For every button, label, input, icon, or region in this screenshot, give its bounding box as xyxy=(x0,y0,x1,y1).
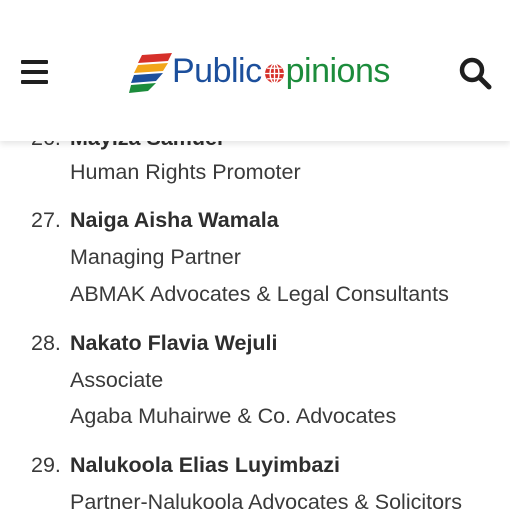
logo-wordmark: Public pinions xyxy=(172,52,390,90)
list-item-name: Naiga Aisha Wamala xyxy=(70,208,279,232)
site-header: Public pinions xyxy=(0,0,510,141)
list-item-number: 27. xyxy=(31,208,61,232)
list-item-detail: Partner-Nalukoola Advocates & Solicitors xyxy=(70,490,462,514)
list-item-detail: Associate xyxy=(70,368,164,392)
list-item-name: Nakato Flavia Wejuli xyxy=(70,331,278,355)
site-logo[interactable]: Public pinions xyxy=(128,47,390,97)
list-item-number: 29. xyxy=(31,453,61,477)
hamburger-menu-icon[interactable] xyxy=(21,60,49,84)
list-item-number: 28. xyxy=(31,331,61,355)
list-item-detail: ABMAK Advocates & Legal Consultants xyxy=(70,282,449,306)
list-item-detail: Managing Partner xyxy=(70,245,241,269)
list-item-detail: Human Rights Promoter xyxy=(70,160,301,184)
logo-stripes-icon xyxy=(129,53,172,93)
list-item-name: Nalukoola Elias Luyimbazi xyxy=(70,453,341,477)
list-item-detail: Agaba Muhairwe & Co. Advocates xyxy=(70,404,397,428)
search-icon[interactable] xyxy=(458,56,492,90)
globe-icon xyxy=(264,63,284,84)
